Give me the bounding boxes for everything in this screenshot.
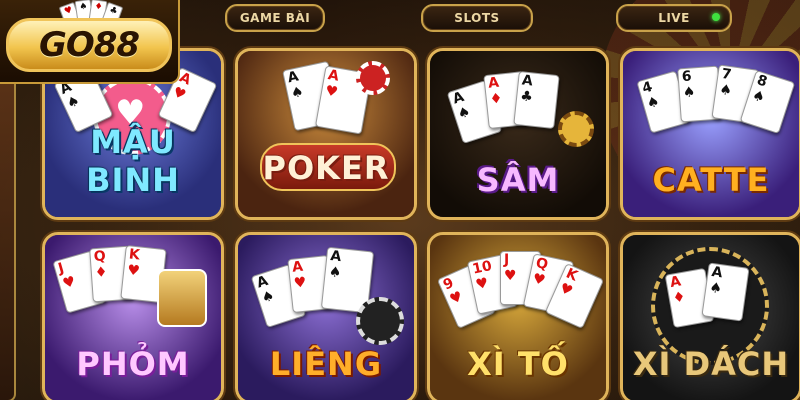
game-title: SÂM [476, 161, 560, 199]
tab-live[interactable]: LIVE [616, 4, 732, 32]
playing-card: A ♠ [701, 262, 750, 322]
logo-text: GO88 [38, 25, 140, 65]
king-face-icon [157, 269, 207, 327]
game-tile-xi-dach[interactable]: A ♦ A ♠ XÌ DÁCH [620, 232, 800, 400]
game-title: CATTE [652, 161, 770, 199]
game-lobby: ♥ ♠ ♦ ♣ GO88 GAME BÀI SLOTS LIVE ♥ A ♠ A ♥… [0, 0, 800, 400]
tab-slots[interactable]: SLOTS [421, 4, 533, 32]
game-title: MẬU BINH [86, 123, 180, 199]
live-indicator-icon [712, 13, 720, 21]
game-tile-catte[interactable]: 4 ♠ 6 ♠ 7 ♠ 8 ♠ CATTE [620, 48, 800, 220]
tab-label: GAME BÀI [239, 11, 311, 25]
game-tile-lieng[interactable]: A ♠ A ♥ A ♠ LIÊNG [235, 232, 417, 400]
game-title: LIÊNG [269, 345, 383, 383]
game-tile-xi-to[interactable]: 9 ♥ 10 ♥ J ♥ Q ♥ K ♥ XÌ TỐ [427, 232, 609, 400]
tab-label: SLOTS [454, 11, 500, 25]
game-tile-sam[interactable]: A ♠ A ♦ A ♣ SÂM [427, 48, 609, 220]
game-title: XÌ TỐ [467, 345, 569, 383]
playing-card: A ♣ [513, 71, 560, 129]
game-art: A ♠ A ♥ [238, 51, 414, 217]
game-title: PHỎM [76, 345, 190, 383]
game-tile-phom[interactable]: J ♥ Q ♦ K ♥ PHỎM [42, 232, 224, 400]
left-scroll-edge [0, 48, 16, 400]
gold-coin-icon [558, 111, 594, 147]
poker-chip-icon [356, 61, 390, 95]
game-title: XÌ DÁCH [632, 345, 790, 383]
game-title: POKER [262, 149, 390, 187]
game-tile-poker[interactable]: A ♠ A ♥ POKER [235, 48, 417, 220]
tab-game-bai[interactable]: GAME BÀI [225, 4, 325, 32]
brand-logo[interactable]: ♥ ♠ ♦ ♣ GO88 [0, 0, 180, 84]
logo-plate: GO88 [6, 18, 172, 72]
tab-label: LIVE [658, 11, 690, 25]
poker-chip-icon [356, 297, 404, 345]
